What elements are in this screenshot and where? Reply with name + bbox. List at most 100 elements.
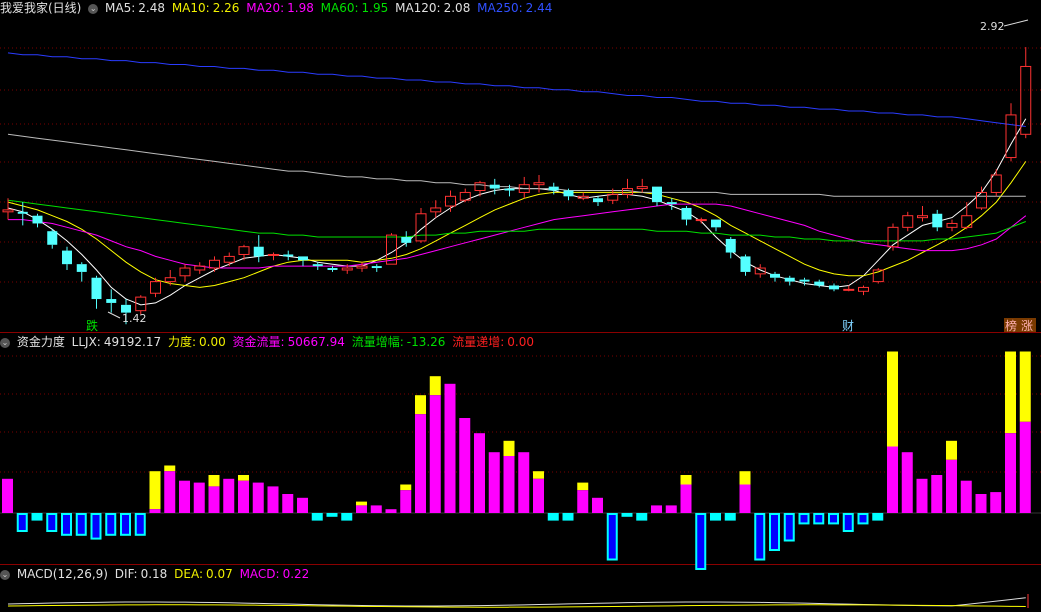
flow-bar-51 [754, 513, 766, 561]
flow-bar-54 [798, 513, 810, 525]
candle-64 [946, 219, 958, 232]
flow-bar-blue [815, 515, 823, 523]
flow-bar-26 [385, 509, 397, 513]
candle-body [253, 246, 264, 257]
candle-14 [209, 256, 220, 272]
flow-bar-magenta [503, 456, 515, 513]
flow-bar-64 [946, 440, 957, 513]
candle-body [533, 182, 545, 186]
inc-label: 流量增幅: [351, 335, 404, 349]
flow-bar-20 [297, 497, 308, 513]
flow-bar-magenta [1019, 421, 1031, 513]
flow-bar-2 [31, 513, 43, 521]
flow-bar-blue [136, 515, 144, 534]
candle-body [681, 207, 692, 220]
ma10-label: MA10: [171, 1, 210, 15]
flow-bar-48 [710, 513, 721, 521]
candle-body [961, 215, 973, 228]
candle-body [725, 238, 736, 253]
flow-bar-cyan [341, 513, 353, 521]
high-arrow [1003, 19, 1029, 27]
flow-bar-magenta [297, 497, 308, 513]
flow-bar-blue [697, 515, 705, 568]
candle-13 [194, 262, 206, 274]
candle-body [298, 256, 308, 261]
candle-body [504, 188, 515, 191]
candle-body [106, 299, 117, 303]
flow-bar-cyan [621, 513, 633, 517]
flow-bar-0 [2, 478, 13, 513]
ma120-line [7, 133, 1026, 197]
candle-56 [829, 283, 839, 292]
candle-body [829, 285, 839, 290]
candlestick-series[interactable] [2, 47, 1032, 325]
flow-bar-50 [739, 471, 751, 513]
flow-bar-magenta [960, 480, 972, 513]
candle-body [976, 191, 987, 209]
flow-bar-46 [680, 475, 692, 513]
flow-value: 50667.94 [287, 335, 345, 349]
candle-1 [17, 202, 28, 226]
flow-bar-magenta [429, 395, 441, 513]
candle-7 [106, 289, 117, 313]
flow-bar-7 [105, 513, 117, 536]
candle-19 [283, 250, 294, 261]
dropdown-circle-icon[interactable]: ⌄ [0, 569, 10, 580]
candle-body [356, 265, 368, 269]
flow-bar-cyan [311, 513, 323, 521]
candle-body [17, 211, 28, 214]
ma120-value: 2.08 [443, 1, 471, 15]
candle-body [740, 256, 751, 272]
candle-body [327, 268, 338, 270]
flow-bar-8 [120, 513, 131, 536]
candle-body [563, 190, 574, 197]
candle-body [666, 202, 677, 205]
candle-body [548, 186, 559, 191]
high-price-label: 2.92 [980, 20, 1005, 33]
candle-body [652, 186, 662, 203]
tag-bang: 榜 [1005, 318, 1017, 333]
ma10-line [7, 161, 1027, 288]
flow-bar-18 [267, 486, 279, 513]
flow-bar-magenta [990, 492, 1002, 513]
candle-body [636, 186, 648, 190]
flow-bar-24 [356, 501, 367, 513]
candle-61 [902, 211, 914, 232]
flow-bar-magenta [385, 509, 397, 513]
candle-33 [489, 178, 500, 195]
flow-bar-blue [756, 515, 764, 559]
flow-bar-45 [665, 505, 677, 513]
candle-25 [371, 264, 382, 272]
flow-bar-47 [695, 513, 707, 570]
candle-body [415, 213, 427, 242]
candle-2 [32, 213, 43, 228]
flow-bar-25 [370, 505, 382, 513]
candle-body [283, 254, 294, 257]
ma20-value: 1.98 [287, 1, 314, 15]
flow-bar-yellow [429, 376, 441, 396]
flow-bar-14 [208, 475, 220, 513]
flow-bar-58 [857, 513, 869, 525]
candle-body [622, 188, 633, 195]
flow-bar-blue [77, 515, 85, 534]
macd-area [7, 594, 1029, 608]
flow-bar-yellow [533, 471, 544, 479]
moving-average-lines [7, 52, 1027, 306]
flow-bar-57 [842, 513, 854, 532]
macd-value: 0.22 [282, 567, 310, 581]
flow-bar-magenta [400, 490, 412, 513]
flow-bar-cyan [547, 513, 559, 521]
flow-bar-22 [326, 513, 338, 517]
ma250-label: MA250: [477, 1, 523, 15]
ma60-value: 1.95 [361, 1, 389, 15]
fund-flow-bars[interactable] [0, 351, 1041, 571]
flow-bar-32 [474, 433, 485, 513]
flow-bar-blue [800, 515, 808, 523]
candle-body [341, 267, 353, 271]
candle-body [887, 226, 899, 248]
flow-bar-yellow [1019, 351, 1031, 422]
dropdown-circle-icon[interactable]: ⌄ [0, 337, 10, 348]
annotations: 2.92 1.42 跌 财 榜 涨 [86, 19, 1036, 333]
dropdown-circle-icon[interactable]: ⌄ [88, 3, 99, 14]
candle-body [858, 286, 869, 292]
